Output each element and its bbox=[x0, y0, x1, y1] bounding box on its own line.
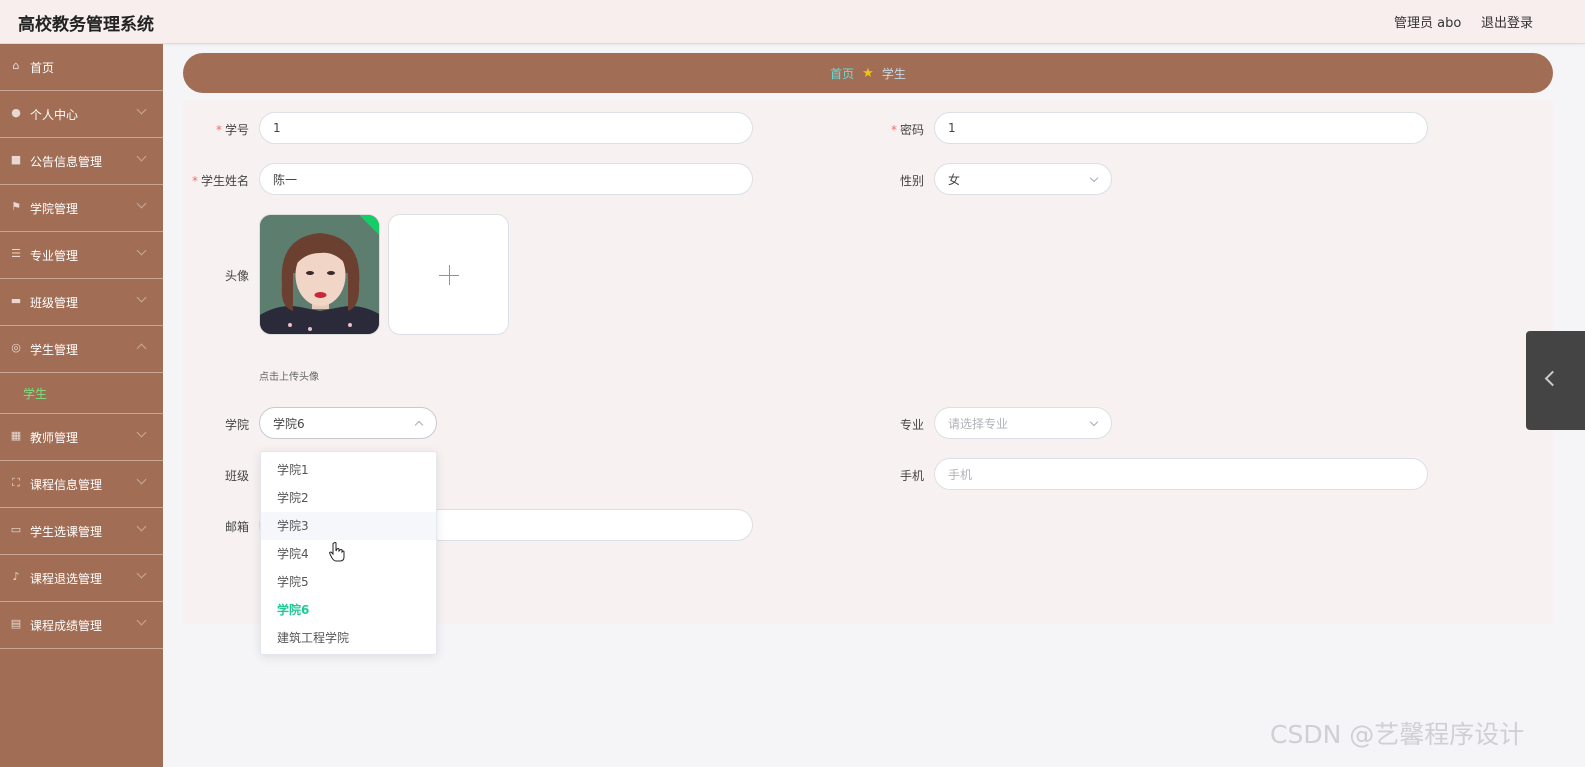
phone-input[interactable]: 手机 bbox=[934, 458, 1428, 490]
home-icon: ⌂ bbox=[12, 59, 20, 72]
sidebar-item-college[interactable]: ⚑ 学院管理 bbox=[0, 185, 163, 232]
sidebar-item-label: 个人中心 bbox=[30, 107, 79, 122]
chevron-down-icon bbox=[1089, 173, 1099, 183]
chevron-down-icon bbox=[136, 427, 147, 438]
major-select-placeholder: 请选择专业 bbox=[948, 416, 1009, 431]
password-input[interactable]: 1 bbox=[934, 112, 1428, 144]
app-title: 高校教务管理系统 bbox=[18, 15, 154, 35]
college-label: 学院 bbox=[224, 418, 249, 432]
watermark: CSDN @艺馨程序设计 bbox=[1270, 720, 1525, 749]
sidebar-item-label: 专业管理 bbox=[30, 248, 79, 263]
sidebar-item-label: 学院管理 bbox=[30, 201, 79, 216]
chevron-down-icon bbox=[136, 292, 147, 303]
ticket-icon: ▭ bbox=[10, 523, 22, 536]
sidebar-item-label: 课程退选管理 bbox=[30, 571, 103, 586]
sliders-icon: ☰ bbox=[11, 247, 21, 260]
dropdown-option-selected[interactable]: 学院6 bbox=[261, 596, 436, 624]
sidebar-item-label: 首页 bbox=[30, 60, 55, 75]
dropdown-option[interactable]: 学院2 bbox=[261, 484, 436, 512]
sidebar-item-home[interactable]: ⌂ 首页 bbox=[0, 44, 163, 91]
sidebar-item-label: 课程信息管理 bbox=[30, 477, 103, 492]
password-label: * 密码 bbox=[890, 123, 924, 137]
major-select[interactable]: 请选择专业 bbox=[934, 407, 1112, 439]
breadcrumb-current: 学生 bbox=[881, 66, 906, 81]
sidebar-item-label: 学生管理 bbox=[30, 342, 79, 357]
mic-icon: ♪ bbox=[12, 570, 20, 583]
sidebar: ⌂ 首页 ● 个人中心 ■ 公告信息管理 ⚑ 学院管理 ☰ 专业管理 ▬ 班级管… bbox=[0, 44, 163, 767]
fullscreen-icon: ⛶ bbox=[12, 476, 20, 489]
sidebar-item-student[interactable]: ◎ 学生管理 bbox=[0, 326, 163, 373]
dropdown-option[interactable]: 学院4 bbox=[261, 540, 436, 568]
phone-label: 手机 bbox=[899, 469, 924, 483]
top-bar: 高校教务管理系统 管理员 abo 退出登录 bbox=[0, 0, 1585, 44]
class-label: 班级 bbox=[224, 469, 249, 483]
chevron-down-icon bbox=[136, 245, 147, 256]
chevron-down-icon bbox=[1089, 417, 1099, 427]
sidebar-item-teacher[interactable]: ▦ 教师管理 bbox=[0, 414, 163, 461]
student-id-input[interactable]: 1 bbox=[259, 112, 753, 144]
chevron-down-icon bbox=[136, 151, 147, 162]
chevron-down-icon bbox=[136, 521, 147, 532]
sidebar-item-course[interactable]: ⛶ 课程信息管理 bbox=[0, 461, 163, 508]
sidebar-item-withdraw[interactable]: ♪ 课程退选管理 bbox=[0, 555, 163, 602]
sidebar-item-label: 学生选课管理 bbox=[30, 524, 103, 539]
sidebar-item-label: 公告信息管理 bbox=[30, 154, 103, 169]
chevron-down-icon bbox=[136, 615, 147, 626]
chevron-down-icon bbox=[136, 474, 147, 485]
major-label: 专业 bbox=[899, 418, 924, 432]
gender-select-value: 女 bbox=[948, 172, 961, 187]
briefcase-icon: ■ bbox=[10, 153, 22, 166]
bank-icon: ▦ bbox=[10, 429, 22, 442]
sidebar-item-major[interactable]: ☰ 专业管理 bbox=[0, 232, 163, 279]
email-label: 邮箱 bbox=[224, 520, 249, 534]
college-select[interactable]: 学院6 bbox=[259, 407, 437, 439]
sidebar-item-selection[interactable]: ▭ 学生选课管理 bbox=[0, 508, 163, 555]
side-panel-toggle[interactable] bbox=[1526, 331, 1585, 430]
flag-icon: ⚑ bbox=[11, 200, 21, 213]
name-input[interactable]: 陈一 bbox=[259, 163, 753, 195]
star-icon: ★ bbox=[862, 65, 874, 81]
dropdown-option[interactable]: 学院1 bbox=[261, 456, 436, 484]
college-dropdown: 学院1 学院2 学院3 学院4 学院5 学院6 建筑工程学院 bbox=[260, 451, 437, 655]
gender-label: 性别 bbox=[899, 174, 924, 188]
monitor-icon: ▬ bbox=[10, 294, 22, 307]
college-select-value: 学院6 bbox=[273, 416, 305, 431]
avatar-label: 头像 bbox=[224, 269, 249, 283]
student-id-label: * 学号 bbox=[215, 123, 249, 137]
breadcrumb-home[interactable]: 首页 bbox=[830, 65, 854, 82]
upload-tip: 点击上传头像 bbox=[259, 372, 319, 383]
upload-button[interactable] bbox=[388, 214, 509, 335]
sidebar-item-personal[interactable]: ● 个人中心 bbox=[0, 91, 163, 138]
dropdown-option[interactable]: 建筑工程学院 bbox=[261, 624, 436, 652]
dropdown-option[interactable]: 学院3 bbox=[261, 512, 436, 540]
gender-select[interactable]: 女 bbox=[934, 163, 1112, 195]
sidebar-item-label: 班级管理 bbox=[30, 295, 79, 310]
user-icon: ● bbox=[11, 106, 21, 119]
globe-icon: ◎ bbox=[11, 341, 21, 354]
breadcrumb: 首页 ★ 学生 bbox=[183, 53, 1553, 93]
chevron-down-icon bbox=[136, 568, 147, 579]
sidebar-item-label: 教师管理 bbox=[30, 430, 79, 445]
chevron-up-icon bbox=[136, 343, 147, 354]
admin-name: 管理员 abo bbox=[1394, 16, 1462, 31]
hand-cursor-icon bbox=[329, 542, 345, 562]
logout-link[interactable]: 退出登录 bbox=[1481, 12, 1533, 31]
sidebar-subitem-student[interactable]: 学生 bbox=[0, 373, 163, 414]
sidebar-item-label: 课程成绩管理 bbox=[30, 618, 103, 633]
chevron-down-icon bbox=[136, 198, 147, 209]
dropdown-option[interactable]: 学院5 bbox=[261, 568, 436, 596]
sidebar-item-class[interactable]: ▬ 班级管理 bbox=[0, 279, 163, 326]
sidebar-item-grades[interactable]: ▤ 课程成绩管理 bbox=[0, 602, 163, 649]
chevron-up-icon bbox=[414, 420, 424, 430]
avatar-photo bbox=[260, 215, 379, 334]
chevron-left-icon bbox=[1544, 370, 1561, 387]
avatar-image[interactable] bbox=[259, 214, 380, 335]
sidebar-item-notice[interactable]: ■ 公告信息管理 bbox=[0, 138, 163, 185]
name-label: * 学生姓名 bbox=[191, 174, 249, 188]
chevron-down-icon bbox=[136, 104, 147, 115]
clipboard-icon: ▤ bbox=[10, 617, 22, 630]
